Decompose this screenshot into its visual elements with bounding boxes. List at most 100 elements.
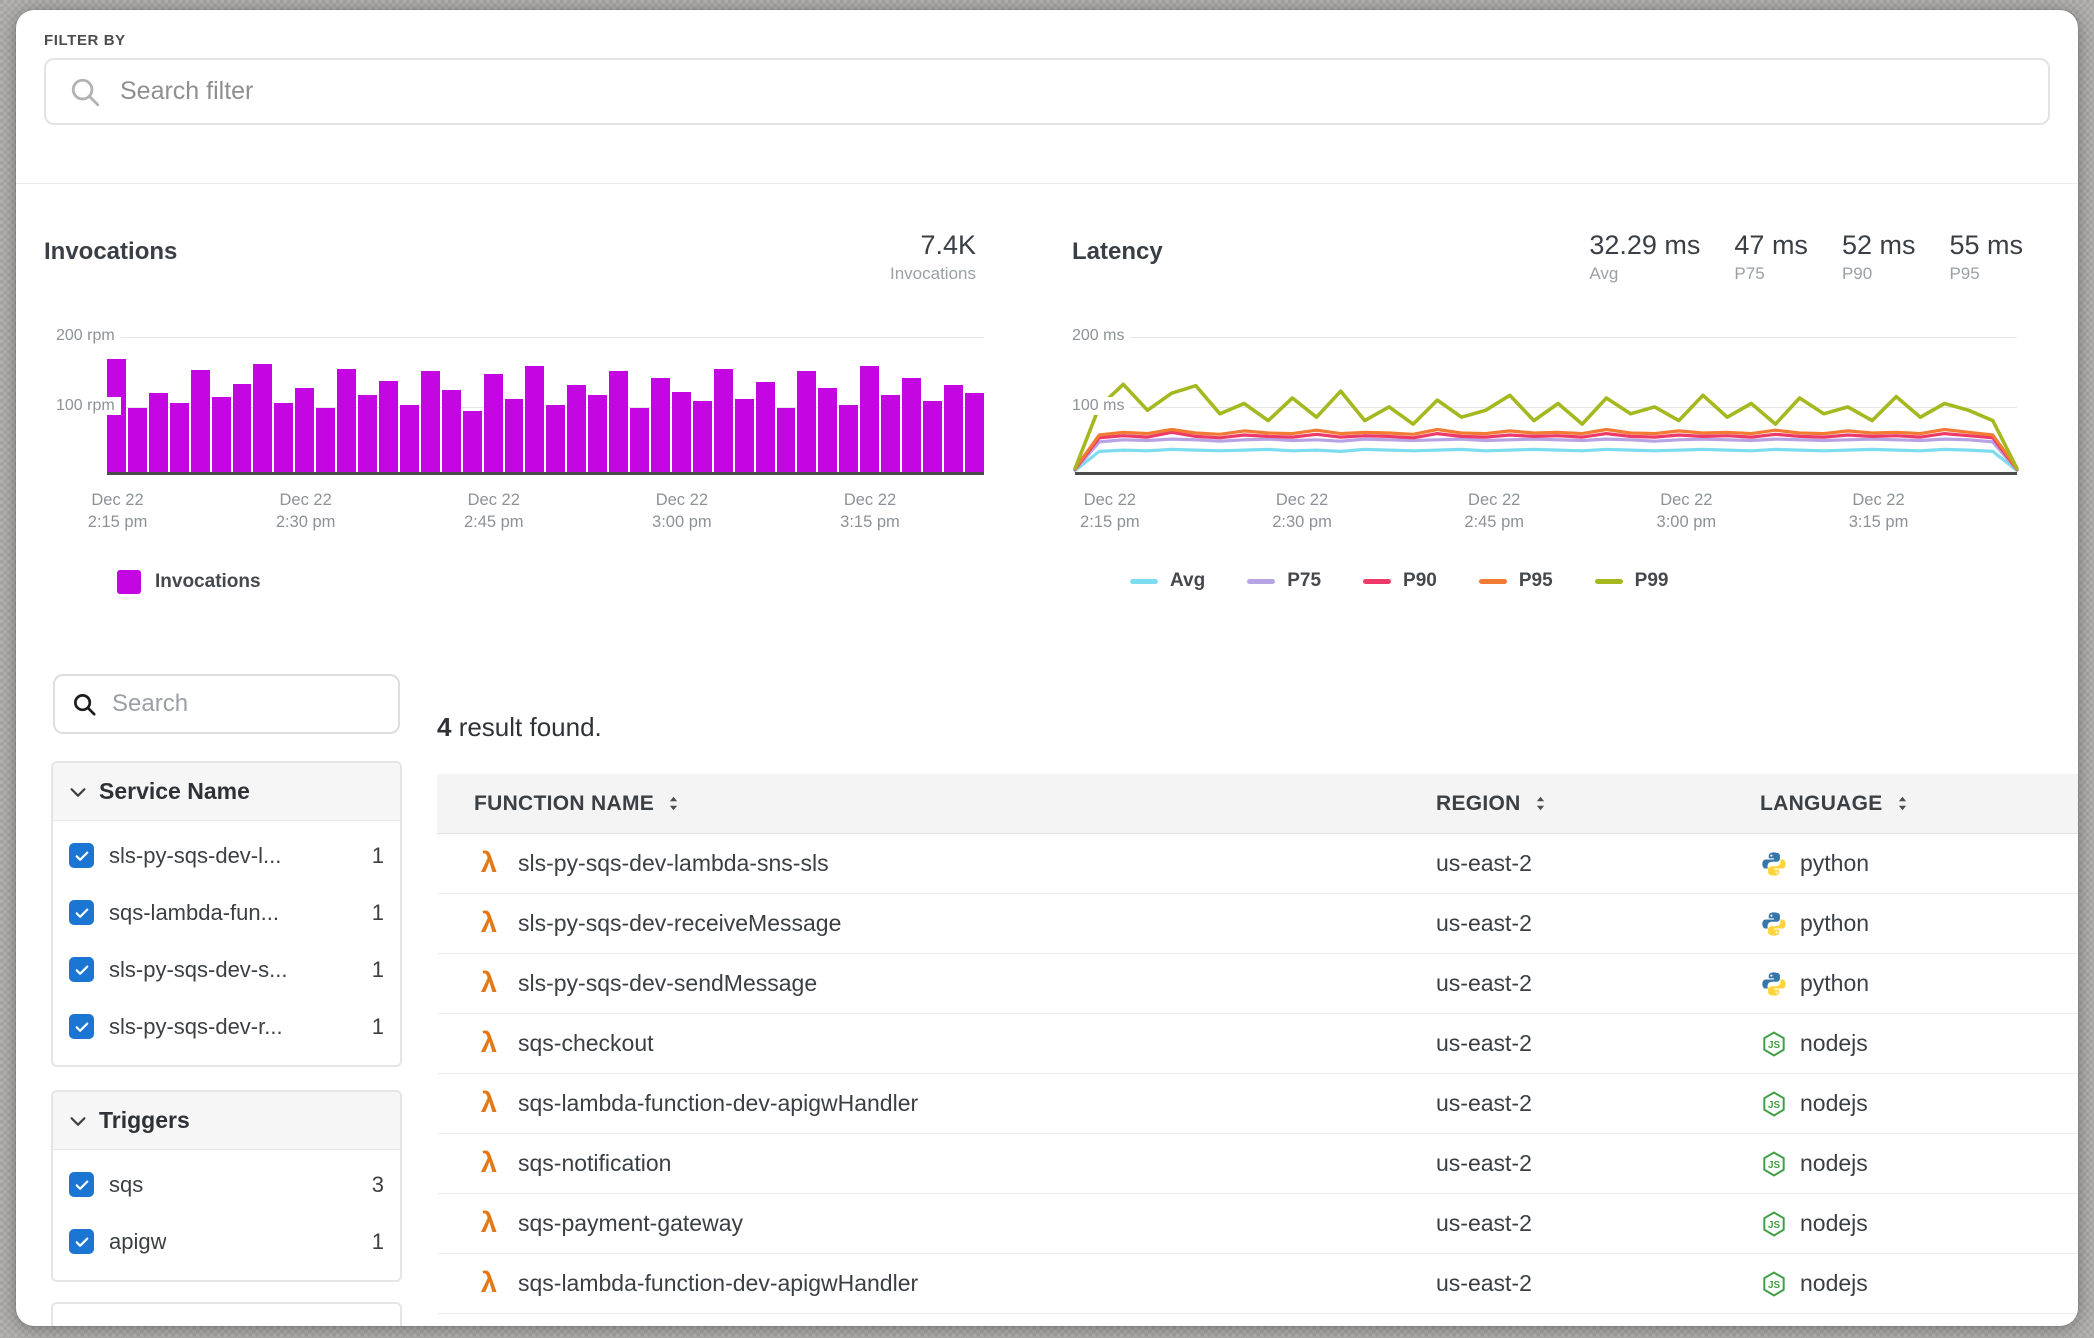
latency-series-avg — [1075, 449, 2017, 470]
nodejs-icon: JS — [1760, 1270, 1788, 1298]
invocation-bar — [714, 369, 733, 474]
checkbox-checked[interactable] — [69, 1172, 94, 1197]
filter-search-input[interactable] — [120, 77, 2026, 106]
function-row[interactable]: λsls-py-sqs-dev-lambda-sns-slsus-east-2p… — [437, 834, 2078, 894]
latency-x-axis — [1075, 472, 2017, 475]
lambda-icon: λ — [474, 1087, 504, 1120]
table-body: λsls-py-sqs-dev-lambda-sns-slsus-east-2p… — [437, 834, 2078, 1314]
y-tick-200rpm: 200 rpm — [56, 327, 121, 345]
filter-item[interactable]: sls-py-sqs-dev-l...1 — [53, 827, 400, 884]
x-axis-label: Dec 223:15 pm — [1804, 489, 1954, 533]
column-label: REGION — [1436, 792, 1521, 816]
invocation-bar — [463, 411, 482, 474]
legend-item-p99[interactable]: P99 — [1595, 570, 1669, 592]
invocation-bar — [421, 371, 440, 474]
language-value: nodejs — [1800, 1090, 1868, 1117]
function-row[interactable]: λsls-py-sqs-dev-receiveMessageus-east-2p… — [437, 894, 2078, 954]
invocation-bar — [693, 401, 712, 474]
stat-label: P90 — [1842, 264, 1916, 284]
filter-item-count: 1 — [372, 1229, 384, 1255]
sort-icon — [1893, 794, 1912, 813]
results-summary: 4 result found. — [437, 712, 602, 743]
filter-item[interactable]: apigw1 — [53, 1213, 400, 1270]
function-row[interactable]: λsls-py-sqs-dev-sendMessageus-east-2pyth… — [437, 954, 2078, 1014]
filter-by-label: FILTER BY — [44, 32, 126, 49]
invocation-bar — [818, 388, 837, 474]
section-divider — [16, 183, 2078, 184]
column-header-function-name[interactable]: FUNCTION NAME — [437, 792, 1436, 816]
column-header-language[interactable]: LANGUAGE — [1760, 792, 2078, 816]
checkbox-checked[interactable] — [69, 900, 94, 925]
sidebar-search-input[interactable] — [112, 690, 382, 718]
filter-item[interactable]: sls-py-sqs-dev-r...1 — [53, 998, 400, 1055]
column-label: FUNCTION NAME — [474, 792, 654, 816]
chevron-down-icon — [67, 781, 89, 803]
legend-label: P75 — [1287, 570, 1321, 592]
language-value: nodejs — [1800, 1210, 1868, 1237]
filter-search-box — [44, 58, 2050, 125]
column-header-region[interactable]: REGION — [1436, 792, 1760, 816]
region-value: us-east-2 — [1436, 970, 1760, 997]
language-value: python — [1800, 850, 1869, 877]
function-row[interactable]: λsqs-lambda-function-dev-apigwHandlerus-… — [437, 1074, 2078, 1134]
invocation-bar — [860, 366, 879, 474]
legend-item-p95[interactable]: P95 — [1479, 570, 1553, 592]
invocation-bar — [797, 371, 816, 474]
checkbox-checked[interactable] — [69, 1014, 94, 1039]
invocation-bar — [505, 399, 524, 474]
sort-icon — [664, 794, 683, 813]
invocations-x-axis — [107, 472, 984, 475]
checkbox-checked[interactable] — [69, 843, 94, 868]
results-count: 4 — [437, 712, 451, 742]
language-value: python — [1800, 910, 1869, 937]
lambda-icon: λ — [474, 1027, 504, 1060]
invocations-total-value: 7.4K — [796, 230, 976, 261]
region-value: us-east-2 — [1436, 1150, 1760, 1177]
panel-title: Service Name — [99, 778, 250, 805]
x-axis-label: Dec 222:45 pm — [1419, 489, 1569, 533]
x-axis-label: Dec 222:45 pm — [419, 489, 569, 533]
latency-stats: 32.29 ms Avg 47 ms P75 52 ms P90 55 ms P… — [1589, 230, 2023, 284]
latency-stat-avg: 32.29 ms Avg — [1589, 230, 1700, 284]
legend-swatch — [1130, 579, 1158, 584]
invocation-bar — [777, 408, 796, 474]
search-icon — [71, 691, 98, 718]
region-value: us-east-2 — [1436, 1270, 1760, 1297]
function-row[interactable]: λsqs-payment-gatewayus-east-2JSnodejs — [437, 1194, 2078, 1254]
nodejs-icon: JS — [1760, 1210, 1788, 1238]
x-axis-label: Dec 222:15 pm — [1035, 489, 1185, 533]
function-row[interactable]: λsqs-notificationus-east-2JSnodejs — [437, 1134, 2078, 1194]
legend-item-p75[interactable]: P75 — [1247, 570, 1321, 592]
legend-swatch — [1595, 579, 1623, 584]
filter-item-label: sls-py-sqs-dev-l... — [109, 843, 281, 869]
lambda-icon: λ — [474, 847, 504, 880]
stat-value: 32.29 ms — [1589, 230, 1700, 261]
triggers-panel-header[interactable]: Triggers — [53, 1092, 400, 1150]
checkbox-checked[interactable] — [69, 1229, 94, 1254]
results-suffix: result found. — [451, 712, 601, 742]
legend-item-p90[interactable]: P90 — [1363, 570, 1437, 592]
invocations-legend[interactable]: Invocations — [117, 570, 261, 594]
function-row[interactable]: λsqs-lambda-function-dev-apigwHandlerus-… — [437, 1254, 2078, 1314]
invocation-bar — [316, 408, 335, 474]
latency-series-p99 — [1075, 384, 2017, 468]
filter-item[interactable]: sqs-lambda-fun...1 — [53, 884, 400, 941]
filter-item[interactable]: sls-py-sqs-dev-s...1 — [53, 941, 400, 998]
svg-text:JS: JS — [1768, 1099, 1781, 1110]
x-axis-label: Dec 222:15 pm — [43, 489, 193, 533]
filter-item-label: sqs-lambda-fun... — [109, 900, 279, 926]
next-filter-panel-cutoff — [51, 1302, 402, 1326]
invocation-bar — [400, 405, 419, 474]
invocation-bar — [337, 369, 356, 474]
checkbox-checked[interactable] — [69, 957, 94, 982]
invocations-total: 7.4K Invocations — [796, 230, 976, 284]
legend-item-avg[interactable]: Avg — [1130, 570, 1205, 592]
filter-item[interactable]: sqs3 — [53, 1156, 400, 1213]
python-icon — [1760, 850, 1788, 878]
function-name: sqs-notification — [518, 1150, 671, 1177]
function-row[interactable]: λsqs-checkoutus-east-2JSnodejs — [437, 1014, 2078, 1074]
service-name-panel-header[interactable]: Service Name — [53, 763, 400, 821]
column-label: LANGUAGE — [1760, 792, 1883, 816]
region-value: us-east-2 — [1436, 1030, 1760, 1057]
python-icon — [1760, 910, 1788, 938]
